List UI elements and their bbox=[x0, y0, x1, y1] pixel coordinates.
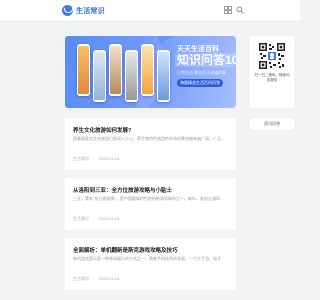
article-title[interactable]: 全面解析：单机翻新是斯克游戏攻略及技巧 bbox=[73, 246, 178, 254]
article-author: 生活常识 bbox=[73, 156, 89, 161]
banner-tag: 海量精选生活百科问答 bbox=[177, 79, 223, 87]
banner-subtitle: 日常生活 那些你不知道的事 bbox=[177, 70, 227, 75]
qr-code-panel: 扫一扫二维码，随身问答服务 bbox=[250, 36, 294, 108]
article-author: 生活常识 bbox=[73, 276, 89, 281]
article-date: 2023-01-04 bbox=[99, 276, 120, 281]
promo-banner[interactable]: 天天生活百科 知识问答10w+ 日常生活 那些你不知道的事 海量精选生活百科问答 bbox=[65, 36, 236, 108]
logo-icon bbox=[62, 5, 73, 16]
phone-mockup-image bbox=[141, 44, 154, 96]
banner-title: 知识问答10w+ bbox=[175, 53, 236, 67]
phone-mockup-image bbox=[93, 50, 106, 102]
article-date: 2023-01-04 bbox=[99, 216, 120, 221]
qr-caption: 扫一扫二维码，随身问答服务 bbox=[254, 73, 290, 82]
qa-link-panel[interactable]: 资讯问答 bbox=[250, 118, 294, 130]
grid-icon[interactable] bbox=[224, 6, 232, 14]
top-navbar: 生活常识 bbox=[0, 0, 300, 22]
article-card[interactable]: 全面解析：单机翻新是斯克游戏攻略及技巧 单机游戏是玩家一种休闲娱乐的方式之一，随… bbox=[65, 238, 236, 290]
logo-text: 生活常识 bbox=[76, 7, 105, 15]
article-date: 2023-01-04 bbox=[99, 156, 120, 161]
article-summary: 随着国家对文化旅游日益深入人心，养生和特色旅游的市场前景也越来越广阔，广泛开发与… bbox=[73, 136, 225, 141]
qr-code-image bbox=[259, 43, 285, 69]
phone-mockup-image bbox=[77, 44, 90, 96]
qa-link-label[interactable]: 资讯问答 bbox=[250, 121, 294, 127]
article-card[interactable]: 养生文化旅游如何发展? 随着国家对文化旅游日益深入人心，养生和特色旅游的市场前景… bbox=[65, 118, 236, 170]
phone-mockup-image bbox=[109, 44, 122, 96]
site-logo[interactable]: 生活常识 bbox=[62, 5, 105, 16]
article-meta: 生活常识 2023-01-04 bbox=[73, 276, 119, 282]
search-icon[interactable] bbox=[236, 6, 244, 14]
phone-mockup-image bbox=[157, 50, 170, 102]
article-card[interactable]: 从洛阳到三亚：全方位旅游攻略与小贴士 三亚，素有"东方夏威夷"，是中国最具特色的… bbox=[65, 178, 236, 230]
article-summary: 三亚，素有"东方夏威夷"，是中国最具特色的热带海滨城市之一。每年，来自五湖四海的… bbox=[73, 196, 225, 201]
phone-mockup-image bbox=[125, 50, 138, 102]
article-title[interactable]: 从洛阳到三亚：全方位旅游攻略与小贴士 bbox=[73, 186, 172, 194]
article-summary: 单机游戏是玩家一种休闲娱乐的方式之一，随着手机技术的发展，一个大手游、电子游戏等… bbox=[73, 256, 225, 261]
article-title[interactable]: 养生文化旅游如何发展? bbox=[73, 126, 131, 134]
article-meta: 生活常识 2023-01-04 bbox=[73, 216, 119, 222]
article-author: 生活常识 bbox=[73, 216, 89, 221]
article-meta: 生活常识 2023-01-04 bbox=[73, 156, 119, 162]
